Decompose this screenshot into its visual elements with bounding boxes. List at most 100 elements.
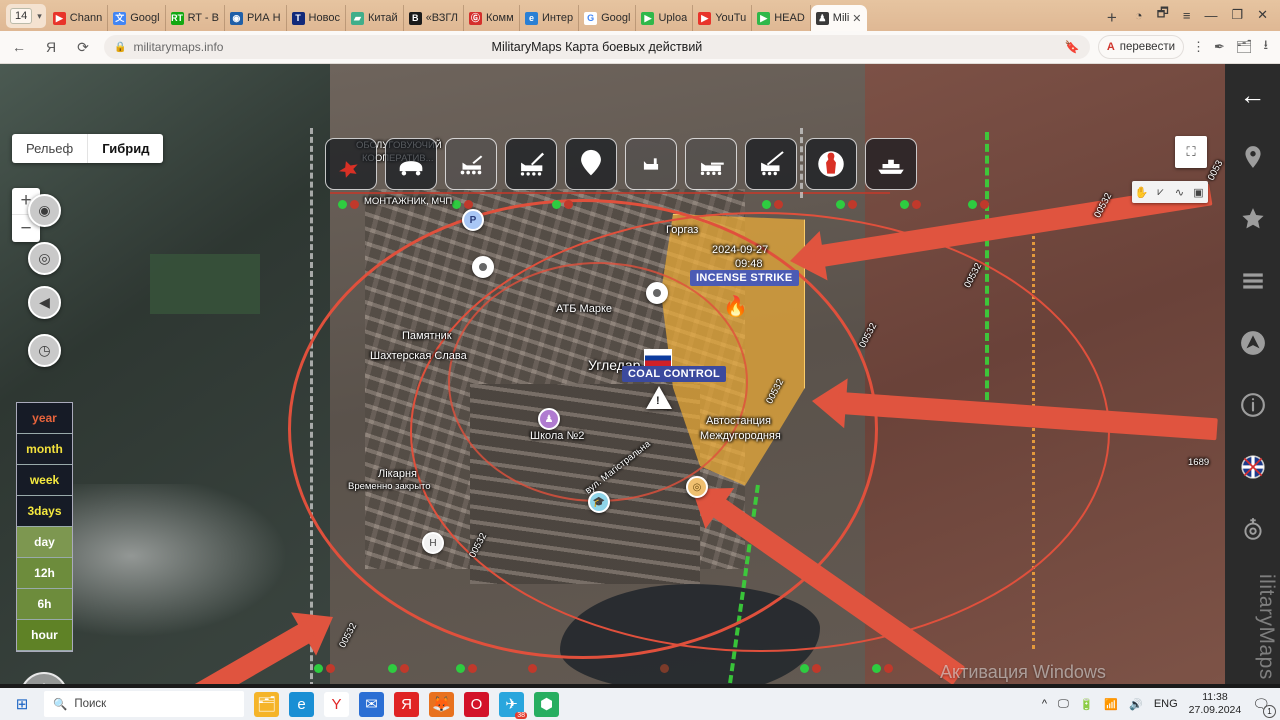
browser-tab[interactable]: G Googl bbox=[579, 5, 637, 31]
taskbar-app-explorer[interactable]: 🗂 bbox=[254, 691, 279, 717]
info-icon[interactable] bbox=[1225, 374, 1280, 436]
tabs-icon[interactable]: 🗂 bbox=[1236, 39, 1253, 55]
layer-terrain-button[interactable]: Рельеф bbox=[12, 134, 87, 163]
poi-school[interactable]: 🎓 bbox=[588, 491, 610, 513]
rectangle-icon[interactable]: ▣ bbox=[1189, 186, 1208, 199]
battery-icon[interactable]: 🔋 bbox=[1080, 698, 1094, 711]
map-control-sound[interactable]: ◀ bbox=[28, 286, 61, 319]
wifi-icon[interactable]: 📶 bbox=[1104, 698, 1118, 711]
taskbar-app-vpn[interactable]: ⬢ bbox=[534, 691, 559, 717]
armored-car-tool[interactable] bbox=[385, 138, 437, 190]
overflow-menu-icon[interactable]: ⋮ bbox=[1184, 39, 1214, 55]
maximize-button[interactable]: ❐ bbox=[1231, 7, 1243, 23]
language-indicator[interactable]: ENG bbox=[1154, 698, 1178, 710]
tank-tool[interactable] bbox=[685, 138, 737, 190]
browser-tab[interactable]: 文 Googl bbox=[108, 5, 166, 31]
strike-chip[interactable]: INCENSE STRIKE bbox=[690, 270, 799, 286]
fullscreen-button[interactable]: ⛶ bbox=[1175, 136, 1207, 168]
time-filter-month[interactable]: month bbox=[17, 434, 72, 465]
profile-icon[interactable]: ◔ bbox=[1135, 8, 1143, 23]
poi-parking[interactable]: P bbox=[462, 209, 484, 231]
hand-icon[interactable]: ✋ bbox=[1132, 186, 1151, 199]
coal-control-chip[interactable]: COAL CONTROL bbox=[622, 366, 727, 382]
taskbar-app-opera[interactable]: O bbox=[464, 691, 489, 717]
time-filter-day[interactable]: day bbox=[17, 527, 72, 558]
search-input[interactable]: 🔍 Поиск bbox=[44, 691, 244, 717]
map-control-radius[interactable]: ◎ bbox=[28, 242, 61, 275]
line-icon[interactable]: ∿ bbox=[1170, 186, 1189, 199]
navigation-icon[interactable] bbox=[1225, 312, 1280, 374]
browser-tab[interactable]: ▶ HEAD bbox=[752, 5, 811, 31]
reload-button[interactable]: ⟳ bbox=[70, 34, 96, 60]
browser-tab[interactable]: B «ВЗГЛ bbox=[404, 5, 464, 31]
map-control-compass[interactable]: ◉ bbox=[28, 194, 61, 227]
aircraft-tool[interactable] bbox=[325, 138, 377, 190]
browser-tab[interactable]: RT RT - B bbox=[166, 5, 225, 31]
tray-expand-icon[interactable]: ^ bbox=[1042, 698, 1047, 710]
taskbar-app-yandex-browser[interactable]: Y bbox=[324, 691, 349, 717]
browser-tab[interactable]: ▶ YouTu bbox=[693, 5, 753, 31]
browser-tab[interactable]: e Интер bbox=[520, 5, 580, 31]
bookmark-icon[interactable]: 🔖 bbox=[1065, 40, 1080, 54]
taskbar-app-yandex[interactable]: Я bbox=[394, 691, 419, 717]
artillery-tool[interactable] bbox=[745, 138, 797, 190]
tab-counter[interactable]: 14 ▾ bbox=[6, 4, 46, 28]
location-pin-icon[interactable] bbox=[1225, 126, 1280, 188]
soldier-tool[interactable] bbox=[805, 138, 857, 190]
infantry-vehicle-tool[interactable] bbox=[625, 138, 677, 190]
pen-icon[interactable]: ✒ bbox=[1214, 39, 1225, 55]
poi-monument[interactable]: ♟ bbox=[538, 408, 560, 430]
browser-tab[interactable]: ▶ Chann bbox=[48, 5, 109, 31]
layer-hybrid-button[interactable]: Гибрид bbox=[87, 134, 163, 163]
time-filter-hour[interactable]: hour bbox=[17, 620, 72, 651]
poi-gorgaz[interactable] bbox=[646, 282, 668, 304]
translate-button[interactable]: A перевести bbox=[1097, 35, 1185, 59]
browser-tab[interactable]: Ⓖ Комм bbox=[464, 5, 520, 31]
paratrooper-tool[interactable] bbox=[565, 138, 617, 190]
collections-icon[interactable]: 🗗 bbox=[1157, 4, 1169, 26]
browser-tab[interactable]: T Новос bbox=[287, 5, 346, 31]
url-bar[interactable]: 🔒 militarymaps.info MilitaryMaps Карта б… bbox=[104, 35, 1090, 59]
poi-warning-marker[interactable]: ! bbox=[646, 386, 672, 409]
map-canvas[interactable]: ОБСЛУГОВУЮЧИЙКООПЕРАТИВ...МОНТАЖНИК, МЧП… bbox=[0, 64, 1225, 684]
back-arrow-icon[interactable]: ← bbox=[1225, 64, 1280, 126]
new-tab-button[interactable]: + bbox=[1099, 8, 1125, 31]
display-icon[interactable]: 🖵 bbox=[1058, 698, 1069, 711]
yandex-home-icon[interactable]: Я bbox=[38, 34, 64, 60]
time-filter-12h[interactable]: 12h bbox=[17, 558, 72, 589]
taskbar-app-firefox[interactable]: 🦊 bbox=[429, 691, 454, 717]
taskbar-app-mail[interactable]: ✉ bbox=[359, 691, 384, 717]
browser-tab[interactable]: ▰ Китай bbox=[346, 5, 404, 31]
back-button[interactable]: ← bbox=[6, 34, 32, 60]
chevron-down-icon[interactable]: ▾ bbox=[37, 11, 42, 22]
tab-close-icon[interactable]: ✕ bbox=[852, 12, 861, 25]
minimize-button[interactable]: — bbox=[1204, 8, 1217, 23]
browser-tab[interactable]: ◉ РИА Н bbox=[225, 5, 287, 31]
download-icon[interactable]: ⭳ bbox=[1263, 36, 1268, 58]
star-icon[interactable] bbox=[1225, 188, 1280, 250]
volume-icon[interactable]: 🔊 bbox=[1129, 698, 1143, 711]
menu-icon[interactable] bbox=[1225, 250, 1280, 312]
spg-tool[interactable] bbox=[505, 138, 557, 190]
target-icon[interactable] bbox=[1225, 498, 1280, 560]
taskbar-app-telegram[interactable]: ✈ 38 bbox=[499, 691, 527, 719]
time-filter-3days[interactable]: 3days bbox=[17, 496, 72, 527]
poi-hospital[interactable]: H bbox=[422, 532, 444, 554]
notification-center-icon[interactable]: 🗨 1 bbox=[1252, 696, 1276, 718]
time-filter-year[interactable]: year bbox=[17, 403, 72, 434]
apc-tool[interactable] bbox=[445, 138, 497, 190]
poi-montazhnik[interactable] bbox=[472, 256, 494, 278]
time-filter-6h[interactable]: 6h bbox=[17, 589, 72, 620]
browser-tab[interactable]: ▶ Uploa bbox=[636, 5, 694, 31]
language-flag-icon[interactable] bbox=[1225, 436, 1280, 498]
taskbar-app-edge[interactable]: e bbox=[289, 691, 314, 717]
time-filter-week[interactable]: week bbox=[17, 465, 72, 496]
clock[interactable]: 11:38 27.09.2024 bbox=[1189, 691, 1242, 717]
poi-bus-station[interactable]: ◎ bbox=[686, 476, 708, 498]
browser-menu-icon[interactable]: ≡ bbox=[1183, 8, 1191, 23]
polygon-icon[interactable]: ⩗ bbox=[1151, 186, 1170, 199]
ship-tool[interactable] bbox=[865, 138, 917, 190]
map-control-history[interactable]: ◷ bbox=[28, 334, 61, 367]
close-button[interactable]: ✕ bbox=[1257, 7, 1268, 23]
start-button[interactable]: ⊞ bbox=[0, 695, 44, 713]
